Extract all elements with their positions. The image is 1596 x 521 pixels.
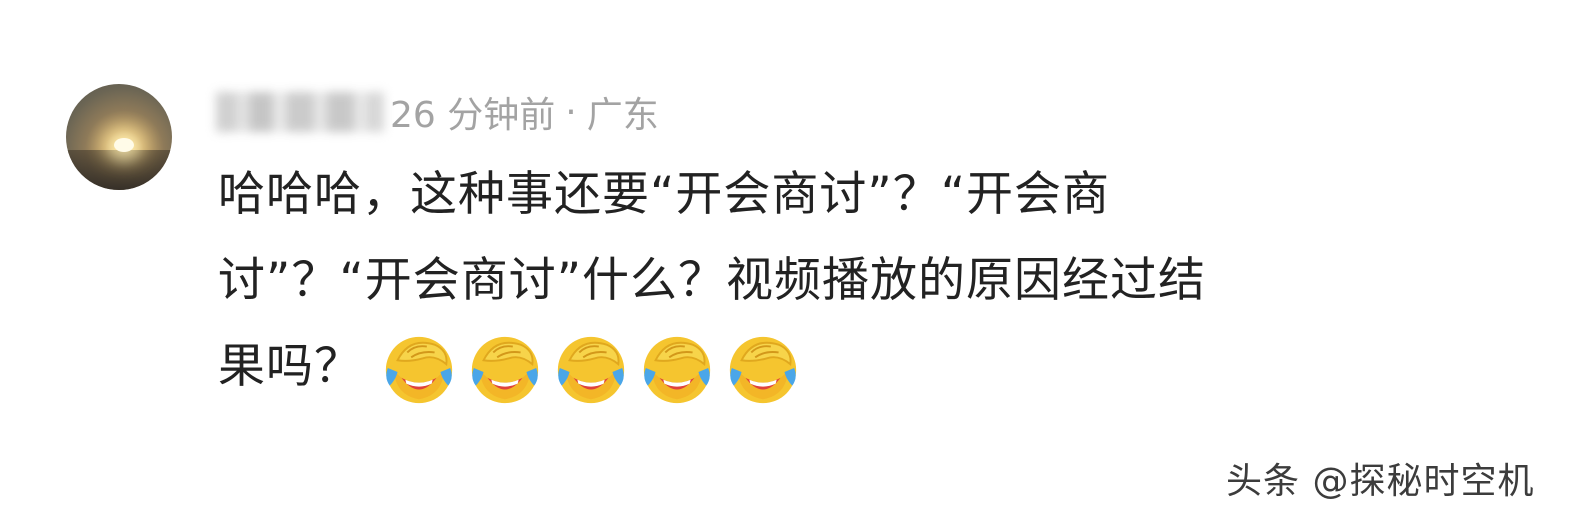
comment-line-text: 果吗？ — [218, 339, 362, 394]
comment-line: 讨”？“开会商讨”什么？视频播放的原因经过结 — [218, 253, 1207, 308]
comment-location: 广东 — [586, 95, 659, 136]
comment-body: 哈哈哈，这种事还要“开会商讨”？“开会商 讨”？“开会商讨”什么？视频播放的原因… — [218, 152, 1518, 410]
comment-line: 哈哈哈，这种事还要“开会商讨”？“开会商 — [218, 167, 1111, 222]
facepalm-laughing-emoji — [557, 336, 625, 403]
comment-timestamp: 26 分钟前 — [390, 95, 556, 136]
comment-meta: 26 分钟前 · 广东 — [216, 82, 659, 142]
author-name-blurred[interactable] — [216, 92, 384, 132]
meta-separator: · — [565, 91, 577, 133]
avatar[interactable] — [66, 84, 172, 190]
avatar-horizon — [66, 149, 172, 190]
avatar-sun — [114, 138, 134, 152]
facepalm-laughing-emoji — [385, 336, 453, 403]
comment-line-last: 果吗？ — [218, 324, 1518, 410]
watermark-text: 头条 @探秘时空机 — [1226, 461, 1535, 502]
facepalm-laughing-emoji — [643, 336, 711, 403]
facepalm-laughing-emoji — [471, 336, 539, 403]
facepalm-laughing-emoji — [729, 336, 797, 403]
emoji-row — [380, 331, 810, 409]
